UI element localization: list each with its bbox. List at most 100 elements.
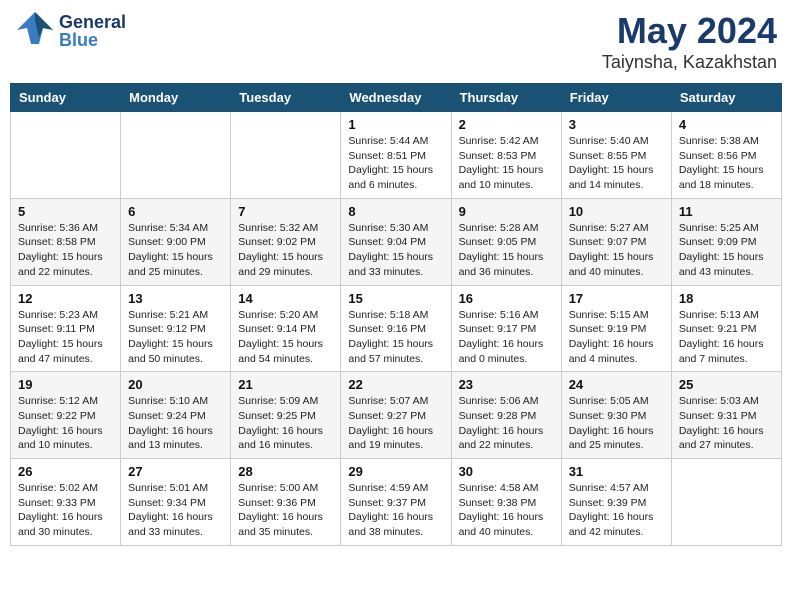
calendar-cell-w2-d3: 7 Sunrise: 5:32 AMSunset: 9:02 PMDayligh… (231, 198, 341, 285)
day-info: Sunrise: 5:44 AMSunset: 8:51 PMDaylight:… (348, 134, 443, 193)
day-number: 31 (569, 464, 664, 479)
day-number: 4 (679, 117, 774, 132)
col-wednesday: Wednesday (341, 84, 451, 112)
day-number: 18 (679, 291, 774, 306)
day-info: Sunrise: 5:01 AMSunset: 9:34 PMDaylight:… (128, 481, 223, 540)
calendar-cell-w2-d7: 11 Sunrise: 5:25 AMSunset: 9:09 PMDaylig… (671, 198, 781, 285)
day-number: 5 (18, 204, 113, 219)
calendar-cell-w1-d3 (231, 112, 341, 199)
logo: General Blue (15, 10, 126, 51)
day-info: Sunrise: 5:21 AMSunset: 9:12 PMDaylight:… (128, 308, 223, 367)
calendar-week-1: 1 Sunrise: 5:44 AMSunset: 8:51 PMDayligh… (11, 112, 782, 199)
calendar-cell-w1-d2 (121, 112, 231, 199)
day-number: 24 (569, 377, 664, 392)
day-number: 1 (348, 117, 443, 132)
day-number: 13 (128, 291, 223, 306)
calendar-cell-w1-d4: 1 Sunrise: 5:44 AMSunset: 8:51 PMDayligh… (341, 112, 451, 199)
page-header: General Blue May 2024 Taiynsha, Kazakhst… (10, 10, 782, 73)
day-info: Sunrise: 5:10 AMSunset: 9:24 PMDaylight:… (128, 394, 223, 453)
day-info: Sunrise: 5:25 AMSunset: 9:09 PMDaylight:… (679, 221, 774, 280)
day-info: Sunrise: 5:20 AMSunset: 9:14 PMDaylight:… (238, 308, 333, 367)
day-info: Sunrise: 5:03 AMSunset: 9:31 PMDaylight:… (679, 394, 774, 453)
day-number: 17 (569, 291, 664, 306)
day-number: 29 (348, 464, 443, 479)
day-info: Sunrise: 5:06 AMSunset: 9:28 PMDaylight:… (459, 394, 554, 453)
day-info: Sunrise: 5:16 AMSunset: 9:17 PMDaylight:… (459, 308, 554, 367)
calendar-week-5: 26 Sunrise: 5:02 AMSunset: 9:33 PMDaylig… (11, 459, 782, 546)
day-number: 10 (569, 204, 664, 219)
calendar-week-4: 19 Sunrise: 5:12 AMSunset: 9:22 PMDaylig… (11, 372, 782, 459)
day-info: Sunrise: 4:58 AMSunset: 9:38 PMDaylight:… (459, 481, 554, 540)
day-number: 3 (569, 117, 664, 132)
calendar-cell-w3-d2: 13 Sunrise: 5:21 AMSunset: 9:12 PMDaylig… (121, 285, 231, 372)
calendar-cell-w2-d5: 9 Sunrise: 5:28 AMSunset: 9:05 PMDayligh… (451, 198, 561, 285)
calendar-cell-w3-d7: 18 Sunrise: 5:13 AMSunset: 9:21 PMDaylig… (671, 285, 781, 372)
day-info: Sunrise: 5:27 AMSunset: 9:07 PMDaylight:… (569, 221, 664, 280)
day-number: 15 (348, 291, 443, 306)
calendar-cell-w2-d2: 6 Sunrise: 5:34 AMSunset: 9:00 PMDayligh… (121, 198, 231, 285)
day-number: 16 (459, 291, 554, 306)
calendar-cell-w2-d6: 10 Sunrise: 5:27 AMSunset: 9:07 PMDaylig… (561, 198, 671, 285)
day-info: Sunrise: 5:34 AMSunset: 9:00 PMDaylight:… (128, 221, 223, 280)
day-info: Sunrise: 5:18 AMSunset: 9:16 PMDaylight:… (348, 308, 443, 367)
calendar-cell-w3-d1: 12 Sunrise: 5:23 AMSunset: 9:11 PMDaylig… (11, 285, 121, 372)
day-number: 22 (348, 377, 443, 392)
day-info: Sunrise: 5:30 AMSunset: 9:04 PMDaylight:… (348, 221, 443, 280)
calendar-cell-w5-d3: 28 Sunrise: 5:00 AMSunset: 9:36 PMDaylig… (231, 459, 341, 546)
day-number: 25 (679, 377, 774, 392)
day-info: Sunrise: 5:23 AMSunset: 9:11 PMDaylight:… (18, 308, 113, 367)
day-number: 7 (238, 204, 333, 219)
calendar-cell-w3-d6: 17 Sunrise: 5:15 AMSunset: 9:19 PMDaylig… (561, 285, 671, 372)
day-info: Sunrise: 5:02 AMSunset: 9:33 PMDaylight:… (18, 481, 113, 540)
calendar-cell-w1-d5: 2 Sunrise: 5:42 AMSunset: 8:53 PMDayligh… (451, 112, 561, 199)
day-info: Sunrise: 5:38 AMSunset: 8:56 PMDaylight:… (679, 134, 774, 193)
day-number: 21 (238, 377, 333, 392)
calendar-cell-w3-d4: 15 Sunrise: 5:18 AMSunset: 9:16 PMDaylig… (341, 285, 451, 372)
calendar-cell-w4-d2: 20 Sunrise: 5:10 AMSunset: 9:24 PMDaylig… (121, 372, 231, 459)
day-number: 11 (679, 204, 774, 219)
calendar-cell-w2-d1: 5 Sunrise: 5:36 AMSunset: 8:58 PMDayligh… (11, 198, 121, 285)
calendar-cell-w1-d7: 4 Sunrise: 5:38 AMSunset: 8:56 PMDayligh… (671, 112, 781, 199)
day-info: Sunrise: 5:05 AMSunset: 9:30 PMDaylight:… (569, 394, 664, 453)
calendar-cell-w4-d3: 21 Sunrise: 5:09 AMSunset: 9:25 PMDaylig… (231, 372, 341, 459)
day-number: 8 (348, 204, 443, 219)
day-number: 14 (238, 291, 333, 306)
calendar-cell-w3-d5: 16 Sunrise: 5:16 AMSunset: 9:17 PMDaylig… (451, 285, 561, 372)
day-number: 2 (459, 117, 554, 132)
calendar-cell-w5-d7 (671, 459, 781, 546)
day-info: Sunrise: 5:40 AMSunset: 8:55 PMDaylight:… (569, 134, 664, 193)
day-info: Sunrise: 5:36 AMSunset: 8:58 PMDaylight:… (18, 221, 113, 280)
month-title: May 2024 (602, 10, 777, 52)
day-number: 6 (128, 204, 223, 219)
calendar-cell-w5-d4: 29 Sunrise: 4:59 AMSunset: 9:37 PMDaylig… (341, 459, 451, 546)
col-friday: Friday (561, 84, 671, 112)
calendar-cell-w4-d4: 22 Sunrise: 5:07 AMSunset: 9:27 PMDaylig… (341, 372, 451, 459)
calendar-cell-w4-d6: 24 Sunrise: 5:05 AMSunset: 9:30 PMDaylig… (561, 372, 671, 459)
day-info: Sunrise: 5:12 AMSunset: 9:22 PMDaylight:… (18, 394, 113, 453)
calendar-cell-w5-d2: 27 Sunrise: 5:01 AMSunset: 9:34 PMDaylig… (121, 459, 231, 546)
day-info: Sunrise: 5:32 AMSunset: 9:02 PMDaylight:… (238, 221, 333, 280)
day-number: 19 (18, 377, 113, 392)
day-number: 26 (18, 464, 113, 479)
logo-text: General Blue (59, 13, 126, 49)
calendar-cell-w3-d3: 14 Sunrise: 5:20 AMSunset: 9:14 PMDaylig… (231, 285, 341, 372)
calendar-week-3: 12 Sunrise: 5:23 AMSunset: 9:11 PMDaylig… (11, 285, 782, 372)
calendar-cell-w1-d1 (11, 112, 121, 199)
col-monday: Monday (121, 84, 231, 112)
day-info: Sunrise: 5:42 AMSunset: 8:53 PMDaylight:… (459, 134, 554, 193)
logo-general-text: General (59, 13, 126, 31)
logo-bird-icon (15, 10, 55, 51)
day-number: 30 (459, 464, 554, 479)
day-info: Sunrise: 5:09 AMSunset: 9:25 PMDaylight:… (238, 394, 333, 453)
logo-blue-text: Blue (59, 31, 126, 49)
day-info: Sunrise: 5:15 AMSunset: 9:19 PMDaylight:… (569, 308, 664, 367)
day-info: Sunrise: 5:28 AMSunset: 9:05 PMDaylight:… (459, 221, 554, 280)
col-thursday: Thursday (451, 84, 561, 112)
calendar-header-row: Sunday Monday Tuesday Wednesday Thursday… (11, 84, 782, 112)
calendar-cell-w5-d5: 30 Sunrise: 4:58 AMSunset: 9:38 PMDaylig… (451, 459, 561, 546)
calendar-cell-w4-d7: 25 Sunrise: 5:03 AMSunset: 9:31 PMDaylig… (671, 372, 781, 459)
calendar-cell-w4-d1: 19 Sunrise: 5:12 AMSunset: 9:22 PMDaylig… (11, 372, 121, 459)
calendar-cell-w1-d6: 3 Sunrise: 5:40 AMSunset: 8:55 PMDayligh… (561, 112, 671, 199)
title-block: May 2024 Taiynsha, Kazakhstan (602, 10, 777, 73)
location-title: Taiynsha, Kazakhstan (602, 52, 777, 73)
